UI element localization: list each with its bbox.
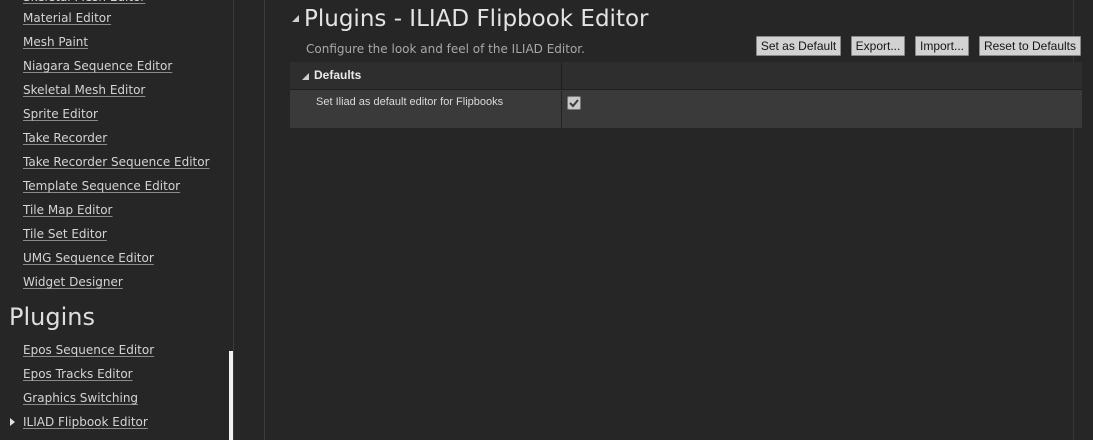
- sidebar-item-mesh-paint[interactable]: Mesh Paint: [23, 35, 88, 49]
- reset-to-defaults-button[interactable]: Reset to Defaults: [979, 36, 1081, 56]
- sidebar-item-iliad-flipbook-editor[interactable]: ILIAD Flipbook Editor: [23, 415, 148, 429]
- sidebar-item-tile-set-editor[interactable]: Tile Set Editor: [23, 227, 107, 241]
- sidebar-item-umg-sequence-editor[interactable]: UMG Sequence Editor: [23, 251, 154, 265]
- default-editor-checkbox[interactable]: [567, 96, 581, 110]
- sidebar-item-tile-map-editor[interactable]: Tile Map Editor: [23, 203, 112, 217]
- panel-divider: [264, 0, 265, 440]
- settings-sidebar: Skeletal Mesh Editor Material Editor Mes…: [0, 0, 234, 440]
- details-panel: Defaults Set Iliad as default editor for…: [290, 62, 1082, 128]
- sidebar-item-cut-off[interactable]: Skeletal Mesh Editor: [23, 0, 145, 4]
- sidebar-divider: [233, 0, 234, 440]
- column-splitter[interactable]: [561, 62, 562, 90]
- setting-row: Set Iliad as default editor for Flipbook…: [290, 91, 1082, 128]
- category-label: Defaults: [314, 68, 362, 82]
- sidebar-item-template-sequence-editor[interactable]: Template Sequence Editor: [23, 179, 180, 193]
- sidebar-item-epos-tracks-editor[interactable]: Epos Tracks Editor: [23, 367, 133, 381]
- category-header-defaults[interactable]: Defaults: [290, 62, 1082, 90]
- column-splitter[interactable]: [561, 91, 562, 128]
- sidebar-item-widget-designer[interactable]: Widget Designer: [23, 275, 123, 289]
- page-title: Plugins - ILIAD Flipbook Editor: [304, 6, 649, 32]
- category-collapse-arrow-icon[interactable]: [302, 73, 310, 81]
- set-as-default-button[interactable]: Set as Default: [756, 36, 841, 56]
- page-subtitle: Configure the look and feel of the ILIAD…: [306, 42, 585, 56]
- import-button[interactable]: Import...: [915, 36, 969, 56]
- sidebar-item-graphics-switching[interactable]: Graphics Switching: [23, 391, 138, 405]
- plugins-section-title: Plugins: [9, 303, 95, 331]
- sidebar-item-material-editor[interactable]: Material Editor: [23, 11, 111, 25]
- checkmark-icon: [569, 99, 579, 108]
- sidebar-item-niagara-sequence-editor[interactable]: Niagara Sequence Editor: [23, 59, 172, 73]
- sidebar-item-skeletal-mesh-editor[interactable]: Skeletal Mesh Editor: [23, 83, 145, 97]
- title-collapse-arrow-icon[interactable]: [292, 15, 300, 23]
- export-button[interactable]: Export...: [851, 36, 905, 56]
- sidebar-item-take-recorder[interactable]: Take Recorder: [23, 131, 107, 145]
- setting-label: Set Iliad as default editor for Flipbook…: [316, 96, 504, 108]
- active-item-arrow-icon: [10, 418, 15, 426]
- sidebar-item-sprite-editor[interactable]: Sprite Editor: [23, 107, 98, 121]
- sidebar-item-epos-sequence-editor[interactable]: Epos Sequence Editor: [23, 343, 154, 357]
- sidebar-item-take-recorder-sequence-editor[interactable]: Take Recorder Sequence Editor: [23, 155, 210, 169]
